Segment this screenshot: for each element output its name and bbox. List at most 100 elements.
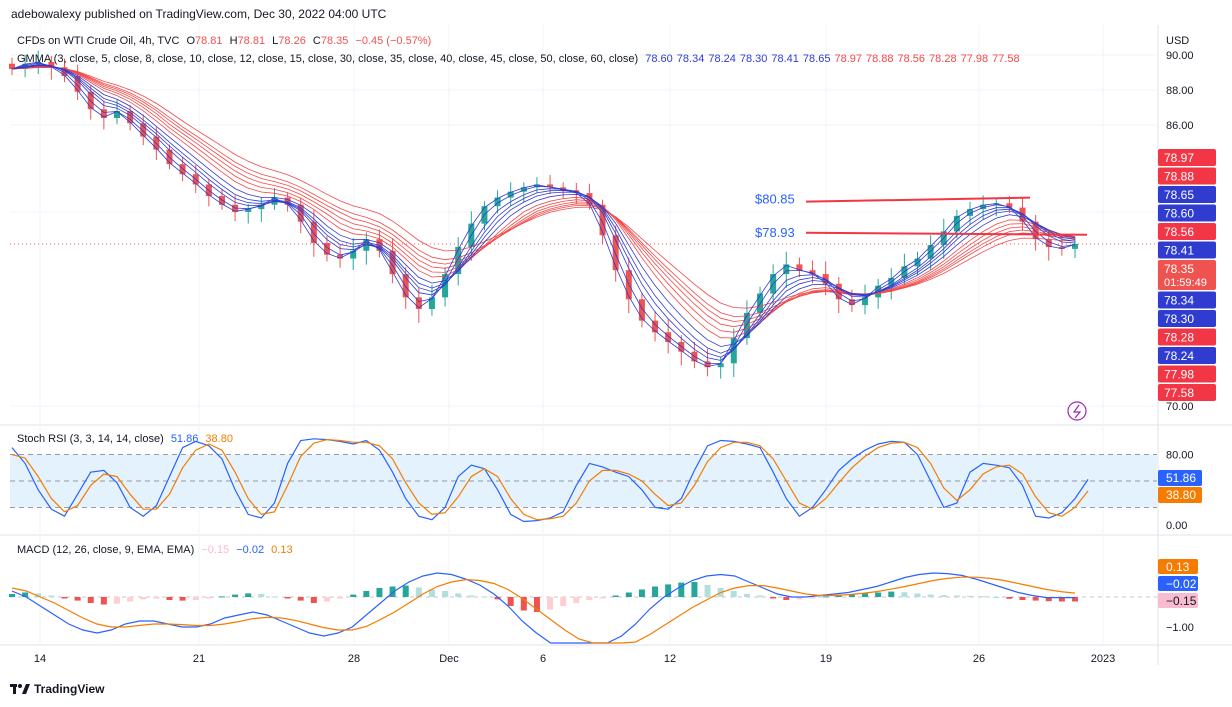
macd-histogram-bar	[1019, 597, 1026, 600]
macd-histogram-bar	[205, 597, 212, 599]
macd-histogram-bar	[337, 597, 344, 599]
macd-axis-badge-label: −0.02	[1166, 577, 1197, 591]
footer-brand: TradingView	[34, 682, 105, 696]
gmma-legend: GMMA (3, close, 5, close, 8, close, 10, …	[17, 53, 1028, 65]
macd-histogram-bar	[218, 596, 225, 598]
close-value: 78.35	[320, 35, 349, 47]
macd-histogram-bar	[862, 593, 869, 597]
macd-histogram-bar	[599, 597, 606, 599]
macd-histogram-bar	[232, 594, 239, 597]
close-label: C	[312, 35, 321, 47]
macd-histogram-bar	[770, 597, 777, 599]
time-tick-label: 19	[820, 653, 832, 665]
gmma-value: 78.24	[708, 53, 736, 65]
macd-axis-badge-label: −0.15	[1166, 594, 1197, 608]
annotation-label: $78.93	[755, 225, 795, 240]
macd-histogram-bar	[993, 597, 1000, 598]
macd-label: MACD (12, 26, close, 9, EMA, EMA)	[17, 544, 195, 556]
tradingview-logo-icon	[10, 684, 30, 694]
price-legend: CFDs on WTI Crude Oil, 4h, TVC O78.81 H7…	[17, 35, 435, 47]
chart-canvas[interactable]: 90.00 88.00 86.00 80.00 70.00 14 21 28 Dec 6 12 19 2…	[0, 0, 1232, 707]
gmma-value: 78.30	[739, 53, 768, 65]
price-axis-badge-label: 78.35	[1164, 262, 1194, 276]
gmma-values: 78.60 78.34 78.24 78.30 78.41 78.65 78.97 78.88…	[645, 53, 1023, 65]
gmma-label: GMMA (3, close, 5, close, 8, close, 10, …	[17, 53, 639, 65]
macd-histogram-bar	[757, 595, 764, 597]
price-axis-badge-label: 78.56	[1164, 225, 1194, 239]
macd-histogram-bar	[652, 586, 659, 597]
macd-histogram-bar	[547, 597, 554, 610]
gmma-value: 78.56	[897, 53, 926, 65]
macd-legend: MACD (12, 26, close, 9, EMA, EMA) −0.15 …	[17, 544, 297, 556]
tradingview-footer[interactable]: TradingView	[10, 682, 104, 696]
macd-histogram-bar	[743, 594, 750, 597]
price-tick-label: 90.00	[1166, 50, 1194, 62]
macd-histogram-bar	[153, 597, 160, 599]
currency-label: USD	[1166, 35, 1190, 47]
price-axis-badge-label: 78.97	[1164, 151, 1194, 165]
macd-histogram-bar	[297, 597, 304, 601]
price-axis-badge-label: 78.28	[1164, 331, 1194, 345]
price-tick-label: 88.00	[1166, 85, 1194, 97]
macd-histogram-bar	[573, 597, 580, 603]
price-axis-badge-label: 78.34	[1164, 294, 1194, 308]
macd-histogram-bar	[888, 591, 895, 597]
time-tick-label: Dec	[439, 653, 459, 665]
time-tick-label: 12	[664, 653, 676, 665]
price-axis-badge-label: 78.30	[1164, 312, 1194, 326]
macd-histogram-bar	[87, 597, 94, 603]
macd-histogram-bar	[783, 597, 790, 600]
stoch-k-value: 51.86	[170, 433, 199, 445]
macd-histogram-bar	[507, 597, 514, 606]
macd-histogram-bar	[730, 591, 737, 597]
macd-histogram-bar	[100, 597, 107, 605]
price-tick-label: 86.00	[1166, 120, 1194, 132]
macd-histogram-bar	[179, 597, 186, 601]
macd-histogram-bar	[310, 597, 317, 603]
macd-histogram-bar	[625, 592, 632, 597]
price-axis-badge-label: 78.60	[1164, 207, 1194, 221]
macd-histogram-bar	[363, 591, 370, 597]
time-tick-label: 28	[348, 653, 360, 665]
price-axis-badge-label: 78.24	[1164, 349, 1194, 363]
gmma-value: 78.88	[865, 53, 894, 65]
gmma-value: 78.97	[834, 53, 862, 65]
annotation-label: $80.85	[755, 192, 795, 207]
stoch-label: Stoch RSI (3, 3, 14, 14, close)	[17, 433, 164, 445]
macd-histogram-bar	[822, 596, 829, 598]
price-axis-badge-label: 78.65	[1164, 188, 1194, 202]
macd-value: −0.02	[236, 544, 265, 556]
time-tick-label: 2023	[1091, 653, 1115, 665]
high-value: 78.81	[237, 35, 266, 47]
price-axis-badge-label: 77.98	[1164, 368, 1194, 382]
change-value: −0.45 (−0.57%)	[355, 35, 432, 47]
price-axis-badge-label: 78.41	[1164, 244, 1194, 258]
stoch-tick-label: 80.00	[1166, 450, 1194, 462]
gmma-value: 78.34	[676, 53, 705, 65]
time-tick-label: 6	[540, 653, 546, 665]
macd-histogram-bar	[455, 593, 462, 597]
macd-histogram-bar	[468, 595, 475, 597]
price-axis-badge-label: 78.88	[1164, 170, 1194, 184]
time-tick-label: 14	[34, 653, 46, 665]
open-value: 78.81	[195, 35, 223, 47]
macd-histogram-bar	[967, 595, 974, 597]
macd-histogram-bar	[940, 595, 947, 597]
macd-histogram-bar	[402, 585, 409, 597]
bar-countdown-label: 01:59:49	[1164, 277, 1207, 289]
high-label: H	[229, 35, 238, 47]
macd-histogram-bar	[74, 597, 81, 601]
macd-histogram-bar	[638, 589, 645, 597]
macd-histogram-bar	[113, 597, 120, 604]
time-tick-label: 26	[973, 653, 985, 665]
price-tick-label: 70.00	[1166, 401, 1194, 413]
gmma-value: 77.58	[992, 53, 1020, 65]
macd-histogram-bar	[481, 596, 488, 598]
instrument-label: CFDs on WTI Crude Oil, 4h, TVC	[17, 35, 180, 47]
stoch-axis-badge-label: 38.80	[1166, 488, 1196, 502]
macd-histogram-bar	[809, 597, 816, 599]
macd-axis-badge-label: 0.13	[1166, 560, 1190, 574]
stoch-d-value: 38.80	[205, 433, 233, 445]
macd-tick-label: −1.00	[1166, 622, 1194, 634]
macd-histogram-bar	[192, 597, 199, 600]
